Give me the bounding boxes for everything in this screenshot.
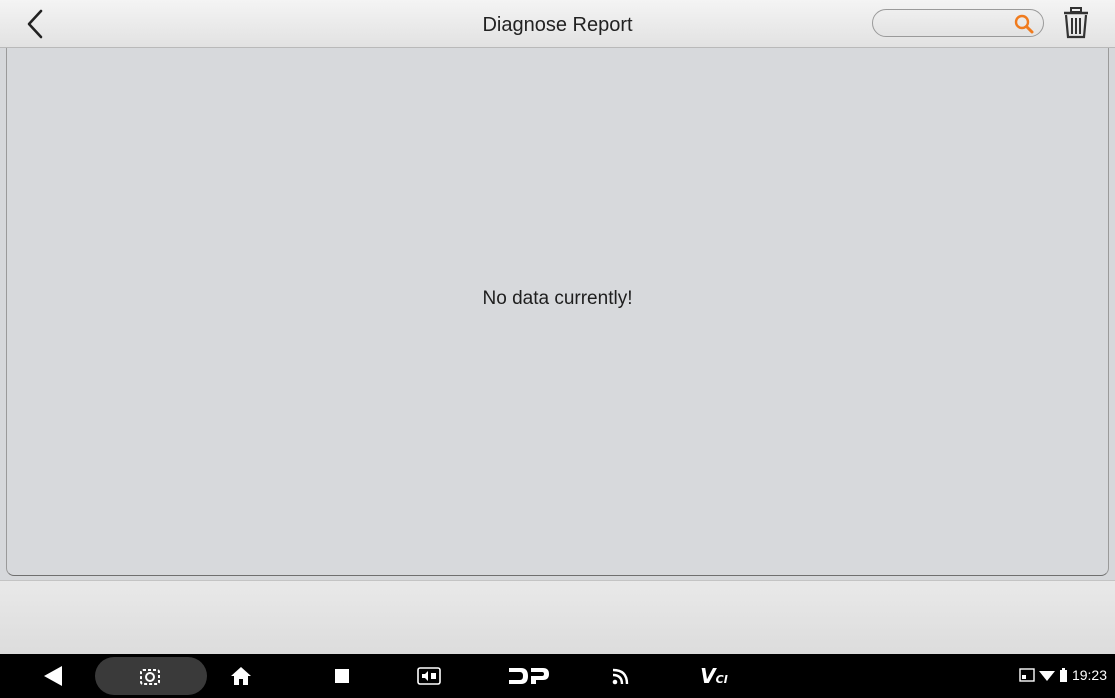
trash-icon[interactable] — [1061, 7, 1091, 39]
triangle-back-icon — [44, 666, 62, 686]
search-icon[interactable] — [1013, 13, 1035, 35]
dp-button[interactable] — [506, 660, 552, 692]
status-bar: 19:23 — [1019, 667, 1107, 683]
screenshot-button[interactable] — [135, 660, 165, 692]
recents-icon — [335, 669, 349, 683]
report-list-panel: No data currently! — [6, 48, 1109, 576]
nav-back-button[interactable] — [38, 660, 68, 692]
search-field[interactable] — [872, 9, 1044, 37]
wireless-signal-icon — [612, 668, 629, 685]
home-icon — [231, 667, 251, 685]
nav-home-button[interactable] — [226, 660, 256, 692]
vci-label: VCI — [700, 664, 728, 688]
system-navigation-bar: VCI 19:23 — [0, 654, 1115, 698]
bottom-toolbar — [0, 580, 1115, 655]
clock-time: 19:23 — [1071, 667, 1107, 683]
battery-icon — [1059, 667, 1067, 682]
camera-icon — [140, 669, 160, 685]
nav-recents-button[interactable] — [327, 660, 357, 692]
dp-logo-icon — [509, 668, 549, 684]
vci-button[interactable]: VCI — [696, 660, 732, 692]
volume-icon — [417, 667, 441, 685]
top-bar: Diagnose Report — [0, 0, 1115, 48]
empty-state-message: No data currently! — [482, 288, 633, 309]
search-input[interactable] — [885, 13, 1009, 35]
volume-button[interactable] — [414, 660, 444, 692]
cast-icon — [1019, 668, 1035, 682]
wireless-button[interactable] — [606, 660, 636, 692]
wifi-icon — [1038, 671, 1055, 681]
